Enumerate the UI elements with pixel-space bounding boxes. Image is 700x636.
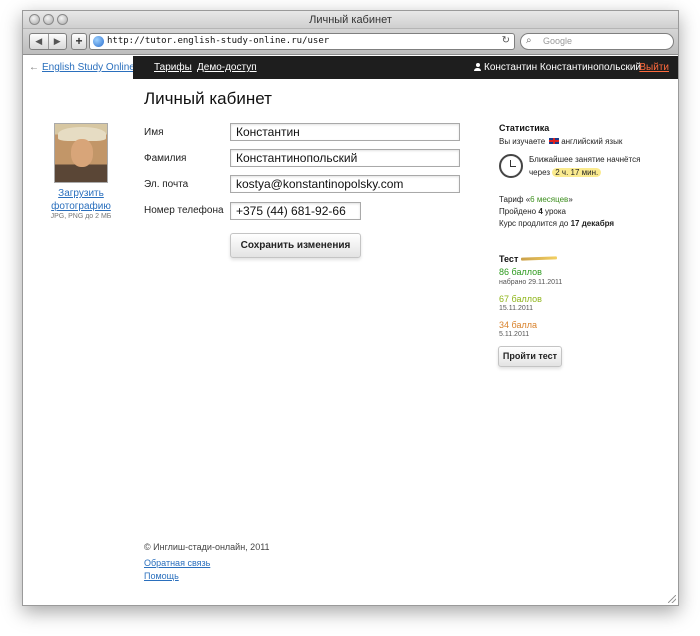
lessons-passed: Пройдено 4 урока xyxy=(499,207,566,216)
avatar xyxy=(54,123,108,183)
search-input[interactable]: ⌕ Google xyxy=(520,33,674,50)
first-name-field[interactable]: Константин xyxy=(230,123,460,141)
window-titlebar: Личный кабинет xyxy=(23,11,678,29)
test-title: Тест xyxy=(499,254,519,264)
page-title: Личный кабинет xyxy=(144,89,272,108)
feedback-link[interactable]: Обратная связь xyxy=(144,558,210,568)
search-icon: ⌕ xyxy=(526,35,532,46)
site-header: ← English Study Online Тарифы Демо-доступ… xyxy=(23,56,678,79)
test-score-3: 34 балла xyxy=(499,320,537,330)
avatar-face xyxy=(71,139,93,167)
upload-hint: JPG, PNG до 2 МБ xyxy=(50,213,112,220)
take-test-button[interactable]: Пройти тест xyxy=(498,346,562,367)
last-name-field[interactable]: Константинопольский xyxy=(230,149,460,167)
user-icon xyxy=(474,63,481,71)
save-button[interactable]: Сохранить изменения xyxy=(230,233,361,258)
history-buttons: ◀ ▶ xyxy=(29,33,67,50)
tariff-line: Тариф «6 месяцев» xyxy=(499,195,573,204)
test-date-2: 15.11.2011 xyxy=(499,305,533,312)
test-date-3: 5.11.2011 xyxy=(499,331,530,338)
globe-icon xyxy=(93,36,104,47)
user-name: Константин Константинопольский xyxy=(484,62,641,73)
left-arrow-icon: ← xyxy=(29,62,39,73)
browser-toolbar: ◀ ▶ + http://tutor.english-study-online.… xyxy=(23,29,678,55)
pencil-icon xyxy=(520,256,558,261)
copyright: © Инглиш-стади-онлайн, 2011 xyxy=(144,542,270,552)
forward-arrow-icon[interactable]: ▶ xyxy=(47,34,67,49)
last-name-label: Фамилия xyxy=(144,153,187,164)
tariff-value: 6 месяцев xyxy=(530,195,569,204)
nav-link-demo[interactable]: Демо-доступ xyxy=(197,62,257,73)
url-text: http://tutor.english-study-online.ru/use… xyxy=(107,36,330,46)
first-name-label: Имя xyxy=(144,127,164,138)
email-label: Эл. почта xyxy=(144,179,189,190)
reload-icon[interactable]: ↻ xyxy=(502,35,510,46)
window-title: Личный кабинет xyxy=(309,14,392,26)
clock-icon xyxy=(499,154,523,178)
phone-field[interactable]: +375 (44) 681-92-66 xyxy=(230,202,361,220)
next-lesson-line1: Ближайшее занятие начнётся xyxy=(529,155,641,164)
test-score-1: 86 баллов xyxy=(499,267,542,277)
address-bar[interactable]: http://tutor.english-study-online.ru/use… xyxy=(89,33,515,50)
back-to-site-link[interactable]: ← English Study Online xyxy=(29,62,135,73)
back-arrow-icon[interactable]: ◀ xyxy=(30,34,48,49)
email-field[interactable]: kostya@konstantinopolsky.com xyxy=(230,175,460,193)
phone-label: Номер телефона xyxy=(144,205,224,216)
stats-title: Статистика xyxy=(499,123,550,133)
resize-grip-icon[interactable] xyxy=(668,595,676,603)
help-link[interactable]: Помощь xyxy=(144,571,179,581)
browser-window: Личный кабинет ◀ ▶ + http://tutor.englis… xyxy=(22,10,679,606)
studying-language: Вы изучаете английский язык xyxy=(499,137,623,146)
search-placeholder: Google xyxy=(543,36,573,46)
upload-photo-link[interactable]: Загрузить фотографию xyxy=(47,187,115,213)
next-lesson-line2: через 2 ч. 17 мин. xyxy=(529,168,602,177)
test-date-1: набрано 29.11.2011 xyxy=(499,279,563,286)
current-user[interactable]: Константин Константинопольский xyxy=(474,62,641,73)
nav-link-tariffs[interactable]: Тарифы xyxy=(154,62,192,73)
next-lesson-time: 2 ч. 17 мин. xyxy=(552,168,602,177)
add-bookmark-button[interactable]: + xyxy=(71,33,87,50)
uk-flag-icon xyxy=(549,138,560,144)
logout-link[interactable]: Выйти xyxy=(639,62,669,73)
course-end: Курс продлится до 17 декабря xyxy=(499,219,615,228)
test-score-2: 67 баллов xyxy=(499,294,542,304)
